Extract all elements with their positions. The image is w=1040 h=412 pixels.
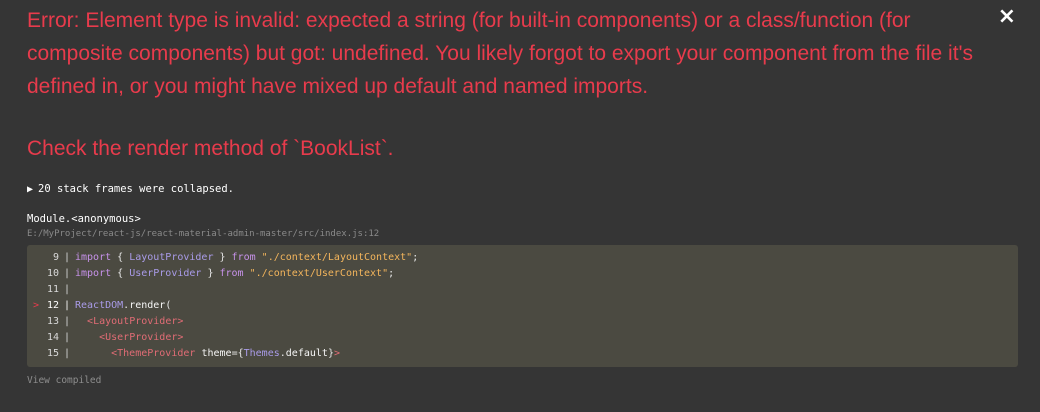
code-line: 10 | import { UserProvider } from "./conte…: [27, 266, 1018, 282]
stack-frame-function: Module.<anonymous>: [27, 213, 141, 225]
line-gutter: |: [63, 332, 71, 343]
line-code: <LayoutProvider>: [87, 316, 184, 327]
line-number: 12: [46, 300, 59, 311]
line-gutter: |: [63, 348, 71, 359]
stack-frame-file[interactable]: E:/MyProject/react-js/react-material-adm…: [27, 229, 1018, 239]
line-code: ReactDOM.render(: [75, 300, 172, 311]
view-compiled-link[interactable]: View compiled: [27, 375, 1018, 386]
line-code: <UserProvider>: [99, 332, 184, 343]
line-gutter: |: [63, 284, 71, 295]
code-line: 9 | import { LayoutProvider } from "./cont…: [27, 250, 1018, 266]
line-number: 9: [52, 252, 59, 263]
triangle-right-icon: ▶: [27, 183, 34, 195]
line-gutter: |: [63, 252, 71, 263]
collapsed-frames-toggle[interactable]: ▶ 20 stack frames were collapsed.: [27, 183, 1018, 195]
line-code: <ThemeProvider theme={Themes.default}>: [111, 348, 340, 359]
error-overlay: × Error: Element type is invalid: expect…: [0, 0, 1040, 412]
check-render-message: Check the render method of `BookList`.: [27, 137, 394, 160]
close-icon[interactable]: ×: [998, 4, 1016, 30]
code-snippet: 9 | import { LayoutProvider } from "./cont…: [27, 245, 1018, 367]
line-number: 11: [46, 284, 59, 295]
line-number: 14: [46, 332, 59, 343]
line-gutter: |: [63, 268, 71, 279]
code-line: 13 | <LayoutProvider>: [27, 314, 1018, 330]
line-gutter: |: [63, 316, 71, 327]
line-number: 13: [46, 316, 59, 327]
code-line: 15 | <ThemeProvider theme={Themes.default…: [27, 346, 1018, 362]
line-code: import { LayoutProvider } from "./contex…: [75, 252, 419, 263]
line-number: 10: [46, 268, 59, 279]
error-message: Error: Element type is invalid: expected…: [27, 9, 979, 98]
code-line: 11 |: [27, 282, 1018, 298]
code-line: >12 | ReactDOM.render(: [27, 298, 1018, 314]
line-gutter: |: [63, 300, 71, 311]
collapsed-frames-label: 20 stack frames were collapsed.: [38, 183, 234, 195]
line-number: 15: [46, 348, 59, 359]
code-line: 14 | <UserProvider>: [27, 330, 1018, 346]
line-code: import { UserProvider } from "./context/…: [75, 268, 395, 279]
